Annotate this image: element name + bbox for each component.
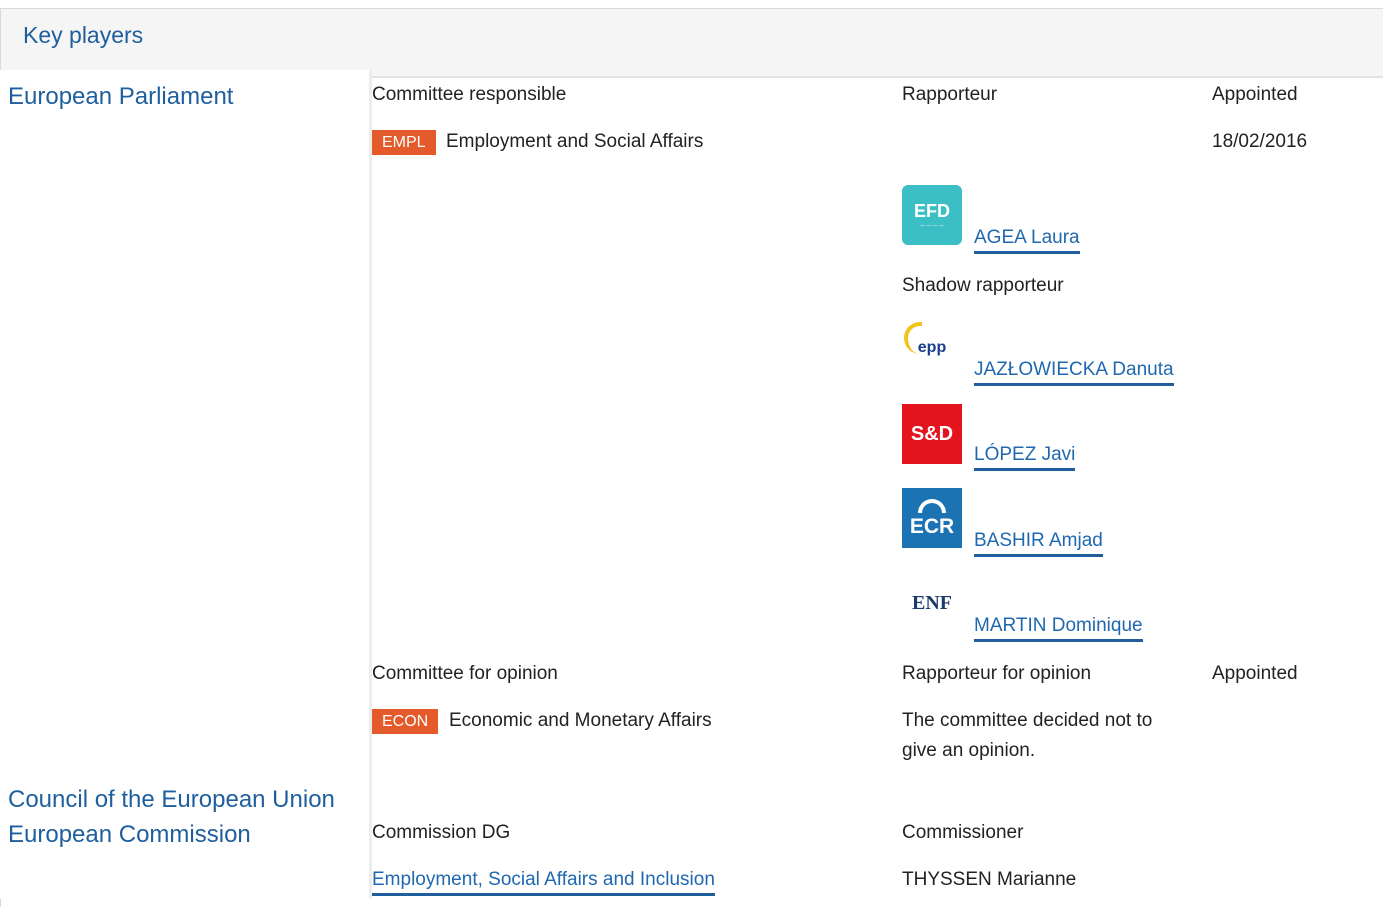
shadow-link-lopez-javi[interactable]: LÓPEZ Javi	[974, 444, 1076, 471]
rapporteur-opinion-header: Rapporteur for opinion	[902, 663, 1092, 684]
enf-group-logo-icon: ENF	[902, 573, 962, 633]
opinion-note-line-2: give an opinion.	[902, 740, 1036, 761]
sd-group-logo-icon: S&D	[902, 404, 962, 464]
column-divider	[369, 70, 372, 899]
epp-group-logo-icon: epp	[902, 318, 962, 378]
shadow-link-bashir-amjad[interactable]: BASHIR Amjad	[974, 530, 1103, 557]
ecr-group-logo-icon: ECR	[902, 488, 962, 548]
committee-opinion-header: Committee for opinion	[372, 663, 558, 684]
shadow-link-jazlowiecka-danuta[interactable]: JAZŁOWIECKA Danuta	[974, 359, 1174, 386]
institution-council: Council of the European Union	[8, 786, 335, 813]
appointed-header: Appointed	[1212, 84, 1298, 105]
commissioner-header: Commissioner	[902, 822, 1024, 843]
committee-tag-empl: EMPL	[372, 130, 436, 155]
appointed-opinion-header: Appointed	[1212, 663, 1298, 684]
commission-dg-header: Commission DG	[372, 822, 511, 843]
appointed-date: 18/02/2016	[1212, 131, 1308, 152]
rapporteur-link-agea-laura[interactable]: AGEA Laura	[974, 227, 1080, 254]
shadow-rapporteur-header: Shadow rapporteur	[902, 275, 1064, 296]
panel-header	[1, 9, 1383, 78]
commissioner-name: THYSSEN Marianne	[902, 869, 1077, 890]
committee-name-econ: Economic and Monetary Affairs	[449, 710, 712, 731]
institutions-column	[0, 70, 369, 899]
shadow-link-martin-dominique[interactable]: MARTIN Dominique	[974, 615, 1143, 642]
rapporteur-header: Rapporteur	[902, 84, 998, 105]
committee-name-empl: Employment and Social Affairs	[446, 131, 704, 152]
commission-dg-link[interactable]: Employment, Social Affairs and Inclusion	[372, 869, 715, 896]
committee-responsible-header: Committee responsible	[372, 84, 567, 105]
committee-tag-econ: ECON	[372, 709, 439, 734]
panel-title: Key players	[23, 22, 144, 48]
institution-european-commission: European Commission	[8, 821, 251, 848]
institution-european-parliament: European Parliament	[8, 83, 234, 110]
opinion-note-line-1: The committee decided not to	[902, 710, 1153, 731]
efdd-group-logo-icon: EFD — — — —	[902, 185, 962, 245]
